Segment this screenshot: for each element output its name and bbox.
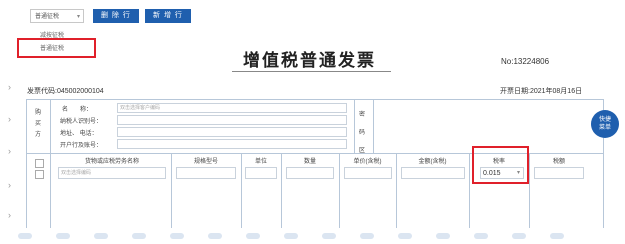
invoice-number: No:13224806 — [501, 57, 550, 66]
divider — [50, 99, 51, 154]
chevron-right-icon: › — [8, 114, 11, 124]
buyer-address-label: 地址、 电话： — [60, 131, 98, 137]
bottom-row-decoration — [18, 226, 618, 239]
buyer-bank-label: 开户行及账号： — [60, 143, 103, 149]
secret-area-label: 密 码 区 — [359, 112, 366, 154]
title-underline — [232, 71, 391, 72]
buyer-bank-input[interactable] — [117, 139, 347, 149]
buyer-taxid-input[interactable] — [117, 115, 347, 125]
highlight-box-dropdown — [17, 38, 96, 58]
divider — [354, 99, 355, 154]
item-spec-input[interactable] — [176, 167, 236, 179]
item-qty-input[interactable] — [286, 167, 334, 179]
buyer-address-input[interactable] — [117, 127, 347, 137]
row-checkbox[interactable] — [35, 170, 44, 179]
tax-mode-select-value: 普通征税 — [35, 14, 60, 20]
col-header-spec: 规格型号 — [193, 159, 218, 165]
buyer-taxid-label: 纳税人识别号： — [60, 119, 103, 125]
divider — [50, 153, 51, 228]
quick-menu-button[interactable]: 快捷 菜单 — [591, 110, 619, 138]
buyer-side-label: 购 买 方 — [35, 110, 42, 138]
col-header-unit: 单位 — [254, 159, 267, 165]
col-header-name: 货物或应税劳务名称 — [84, 159, 139, 165]
highlight-box-taxrate — [472, 146, 529, 184]
col-header-amount: 金额(含税) — [418, 159, 447, 165]
chevron-right-icon: › — [8, 146, 11, 156]
item-amount-input[interactable] — [401, 167, 465, 179]
chevron-down-icon: ▾ — [76, 14, 80, 20]
divider — [373, 99, 374, 154]
item-unit-input[interactable] — [245, 167, 277, 179]
tax-mode-select[interactable]: 普通征税 ▾ — [30, 9, 84, 23]
select-all-checkbox[interactable] — [35, 159, 44, 168]
buyer-name-label: 名 称： — [62, 107, 93, 113]
chevron-right-icon: › — [8, 210, 11, 220]
item-name-input[interactable]: 双击选择编码 — [58, 167, 166, 179]
item-price-input[interactable] — [344, 167, 392, 179]
invoice-code: 发票代码:045002000104 — [27, 88, 104, 95]
item-taxamount-input[interactable] — [534, 167, 584, 179]
invoice-date: 开票日期:2021年08月16日 — [500, 88, 583, 95]
invoice-title: 增值税普通发票 — [243, 51, 376, 70]
chevron-right-icon: › — [8, 82, 11, 92]
delete-row-button[interactable]: 删 除 行 — [93, 9, 139, 23]
add-row-button[interactable]: 新 增 行 — [145, 9, 191, 23]
chevron-right-icon: › — [8, 180, 11, 190]
buyer-name-input[interactable]: 双击选择客户编码 — [117, 103, 347, 113]
col-header-price: 单价(含税) — [353, 159, 382, 165]
col-header-taxamount: 税额 — [552, 159, 565, 165]
col-header-qty: 数量 — [303, 159, 316, 165]
